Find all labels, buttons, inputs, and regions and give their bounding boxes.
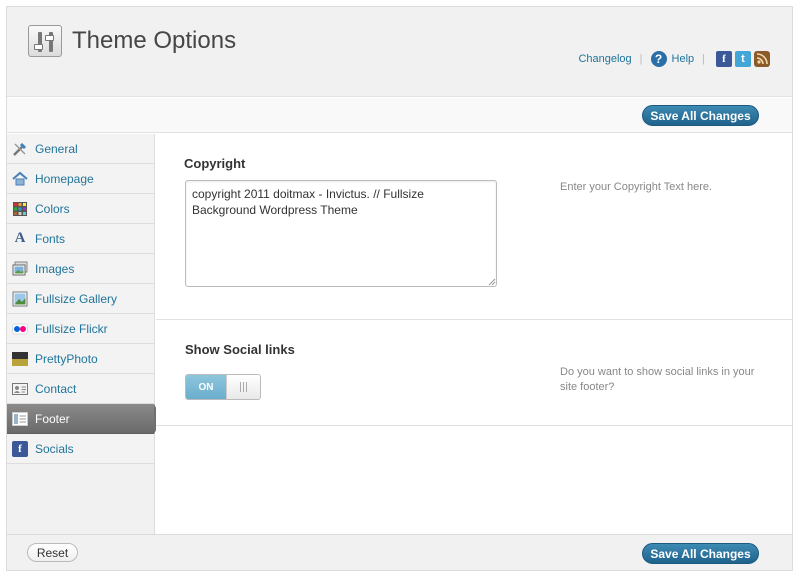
main-content: Copyright copyright 2011 doitmax - Invic… — [156, 134, 792, 534]
feed-icon[interactable] — [754, 51, 770, 67]
prettyphoto-icon — [12, 351, 28, 367]
home-icon — [12, 171, 28, 187]
header: Theme Options Changelog | ? Help | f t — [7, 7, 792, 97]
copyright-description: Enter your Copyright Text here. — [560, 181, 713, 193]
images-icon — [12, 261, 28, 277]
sidebar-item-homepage[interactable]: Homepage — [7, 164, 154, 194]
sidebar-item-colors[interactable]: Colors — [7, 194, 154, 224]
sidebar-item-label: Fullsize Flickr — [35, 321, 108, 336]
sidebar-item-label: Fullsize Gallery — [35, 291, 118, 306]
twitter-icon[interactable]: t — [735, 51, 751, 67]
sidebar-item-images[interactable]: Images — [7, 254, 154, 284]
sidebar-item-fullsize-flickr[interactable]: Fullsize Flickr — [7, 314, 154, 344]
sidebar-item-prettyphoto[interactable]: PrettyPhoto — [7, 344, 154, 374]
footer-icon — [12, 411, 28, 427]
gallery-icon — [12, 291, 28, 307]
help-link[interactable]: Help — [672, 53, 695, 65]
sliders-icon — [28, 25, 62, 57]
page-title: Theme Options — [72, 27, 237, 54]
separator: | — [702, 53, 705, 65]
resize-grip-icon[interactable] — [488, 278, 496, 286]
sidebar-item-footer[interactable]: Footer — [7, 404, 162, 434]
palette-icon — [12, 201, 28, 217]
flickr-icon — [12, 321, 28, 337]
sidebar-item-label: Footer — [35, 411, 70, 426]
copyright-title: Copyright — [184, 156, 246, 171]
sidebar-item-fonts[interactable]: A Fonts — [7, 224, 154, 254]
copyright-textarea[interactable]: copyright 2011 doitmax - Invictus. // Fu… — [185, 180, 497, 287]
sidebar-item-label: Images — [35, 261, 75, 276]
sidebar-item-general[interactable]: General — [7, 134, 154, 164]
sidebar-item-label: Colors — [35, 201, 70, 216]
sidebar-item-contact[interactable]: Contact — [7, 374, 154, 404]
theme-options-panel: Theme Options Changelog | ? Help | f t S… — [6, 6, 793, 571]
contact-card-icon — [12, 381, 28, 397]
social-links-section: Show Social links ON Do you want to show… — [156, 320, 792, 426]
toggle-on-label: ON — [186, 375, 226, 399]
social-links-title: Show Social links — [185, 342, 295, 357]
save-all-changes-button[interactable]: Save All Changes — [642, 105, 759, 126]
tools-icon — [12, 141, 28, 157]
reset-button[interactable]: Reset — [27, 543, 78, 562]
sidebar-item-label: Contact — [35, 381, 77, 396]
facebook-icon: f — [12, 440, 28, 457]
sidebar-item-label: Fonts — [35, 231, 66, 246]
font-icon: A — [14, 230, 26, 246]
social-links-description: Do you want to show social links in your… — [560, 366, 755, 393]
separator: | — [639, 53, 643, 65]
save-all-changes-button[interactable]: Save All Changes — [642, 543, 759, 564]
sidebar-item-fullsize-gallery[interactable]: Fullsize Gallery — [7, 284, 154, 314]
facebook-icon[interactable]: f — [716, 51, 732, 67]
social-links-toggle[interactable]: ON — [185, 374, 261, 400]
changelog-link[interactable]: Changelog — [578, 53, 631, 65]
footer-bar: Reset Save All Changes — [7, 534, 792, 570]
top-toolbar: Save All Changes — [7, 98, 792, 133]
toggle-grip-icon — [226, 375, 260, 399]
sidebar-item-label: General — [35, 141, 78, 156]
sidebar-item-socials[interactable]: f Socials — [7, 434, 154, 464]
sidebar-item-label: Homepage — [35, 171, 94, 186]
help-icon[interactable]: ? — [650, 51, 667, 67]
sidebar-item-label: PrettyPhoto — [35, 351, 98, 366]
header-links: Changelog | ? Help | f t — [578, 51, 770, 67]
sidebar-item-label: Socials — [35, 441, 74, 456]
sidebar: General Homepage Colors A Fonts Images F… — [7, 134, 162, 534]
copyright-section: Copyright copyright 2011 doitmax - Invic… — [156, 134, 792, 320]
